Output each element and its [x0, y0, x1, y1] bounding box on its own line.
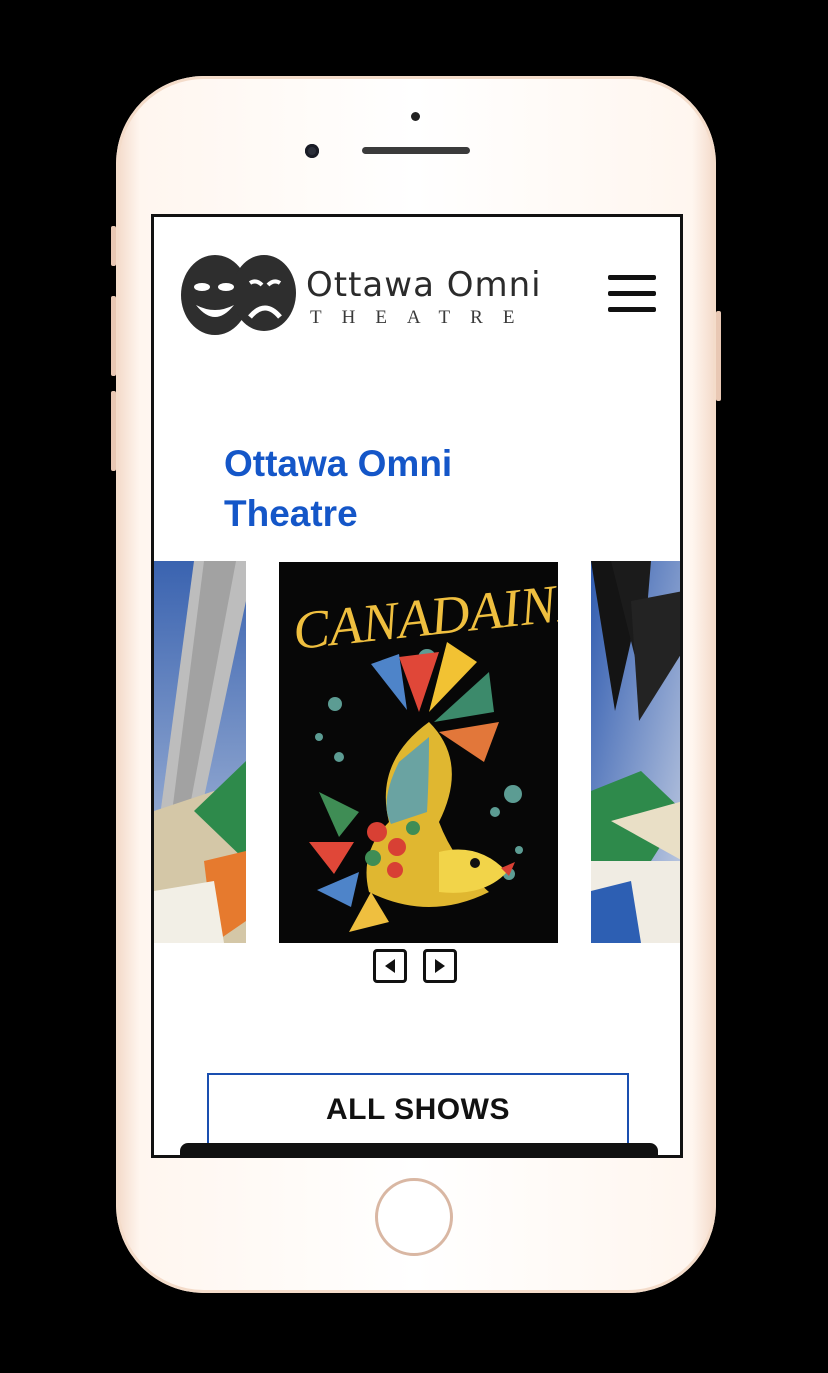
carousel-prev-button[interactable]: [373, 949, 407, 983]
menu-line: [608, 307, 656, 312]
front-camera-dot: [411, 112, 420, 121]
page-title: Ottawa Omni Theatre: [224, 443, 453, 534]
carousel-slide-previous[interactable]: [154, 561, 246, 943]
carousel-slide-current[interactable]: CANADAINK: [279, 562, 558, 943]
chevron-left-icon: [385, 959, 395, 973]
site-logo[interactable]: Ottawa Omni THEATRE: [180, 253, 550, 337]
front-camera: [305, 144, 319, 158]
bottom-navigation-bar: [180, 1143, 658, 1155]
hamburger-menu-icon[interactable]: [608, 273, 656, 313]
logo-wordmark: Ottawa Omni: [306, 265, 542, 305]
canadaink-fish-poster: CANADAINK: [279, 562, 558, 943]
menu-line: [608, 291, 656, 296]
carousel-next-button[interactable]: [423, 949, 457, 983]
power-button: [716, 311, 721, 401]
all-shows-button[interactable]: ALL SHOWS: [207, 1073, 629, 1153]
earpiece-speaker: [362, 147, 470, 154]
home-button[interactable]: [375, 1178, 453, 1256]
carousel-controls: [373, 947, 465, 987]
chevron-right-icon: [435, 959, 445, 973]
mute-switch: [111, 226, 116, 266]
palm-frond-poster: [591, 561, 680, 943]
menu-line: [608, 275, 656, 280]
volume-down-button: [111, 391, 116, 471]
logo-subtitle: THEATRE: [310, 307, 535, 328]
carousel-slide-next[interactable]: [591, 561, 680, 943]
volume-up-button: [111, 296, 116, 376]
phone-screen: Ottawa Omni THEATRE Ottawa Omni Theatre: [151, 214, 683, 1158]
theatre-masks-icon: [181, 255, 296, 335]
tropical-palm-poster: [154, 561, 246, 943]
